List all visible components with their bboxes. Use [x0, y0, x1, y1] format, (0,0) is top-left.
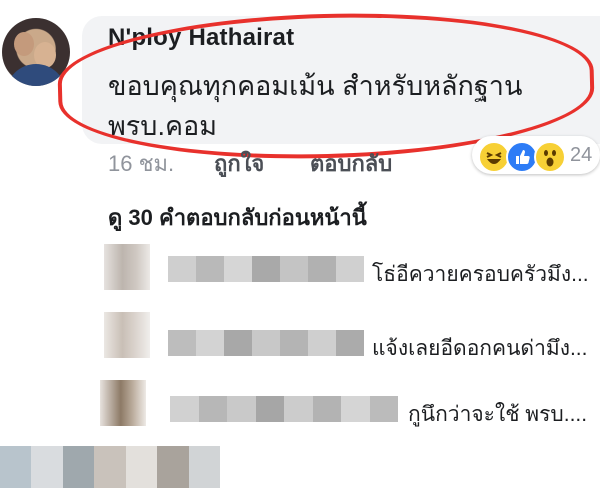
comment-author-name[interactable]: N'ploy Hathairat — [108, 24, 294, 52]
comment-timestamp[interactable]: 16 ชม. — [108, 146, 174, 181]
reply-avatar-blurred[interactable] — [104, 312, 150, 358]
wow-icon — [534, 141, 566, 173]
reply-text: กูนึกว่าจะใช้ พรบ.... — [408, 403, 588, 426]
like-link[interactable]: ถูกใจ — [214, 146, 264, 181]
reply-author-blurred[interactable] — [168, 256, 364, 282]
reply-text: โธ่อีควายครอบครัวมึง... — [372, 263, 589, 286]
avatar-face-left — [14, 32, 34, 56]
reaction-count: 24 — [570, 144, 593, 166]
reactions-summary[interactable]: 24 — [472, 136, 600, 174]
reply-author-blurred[interactable] — [170, 396, 398, 422]
reply-author-blurred[interactable] — [168, 330, 364, 356]
comment-text-line-1: ขอบคุณทุกคอมเม้น สำหรับหลักฐาน — [108, 71, 523, 101]
reply-text: แจ้งเลยอีดอกคนด่ามึง... — [372, 337, 588, 360]
next-comment-blurred — [0, 446, 220, 488]
reply-link[interactable]: ตอบกลับ — [310, 146, 392, 181]
comment-text-line-2: พรบ.คอม — [108, 111, 218, 141]
commenter-avatar[interactable] — [2, 18, 70, 86]
reply-avatar-blurred[interactable] — [100, 380, 146, 426]
reply-avatar-blurred[interactable] — [104, 244, 150, 290]
avatar-body — [6, 64, 66, 86]
view-previous-replies-link[interactable]: ดู 30 คำตอบกลับก่อนหน้านี้ — [108, 200, 367, 235]
